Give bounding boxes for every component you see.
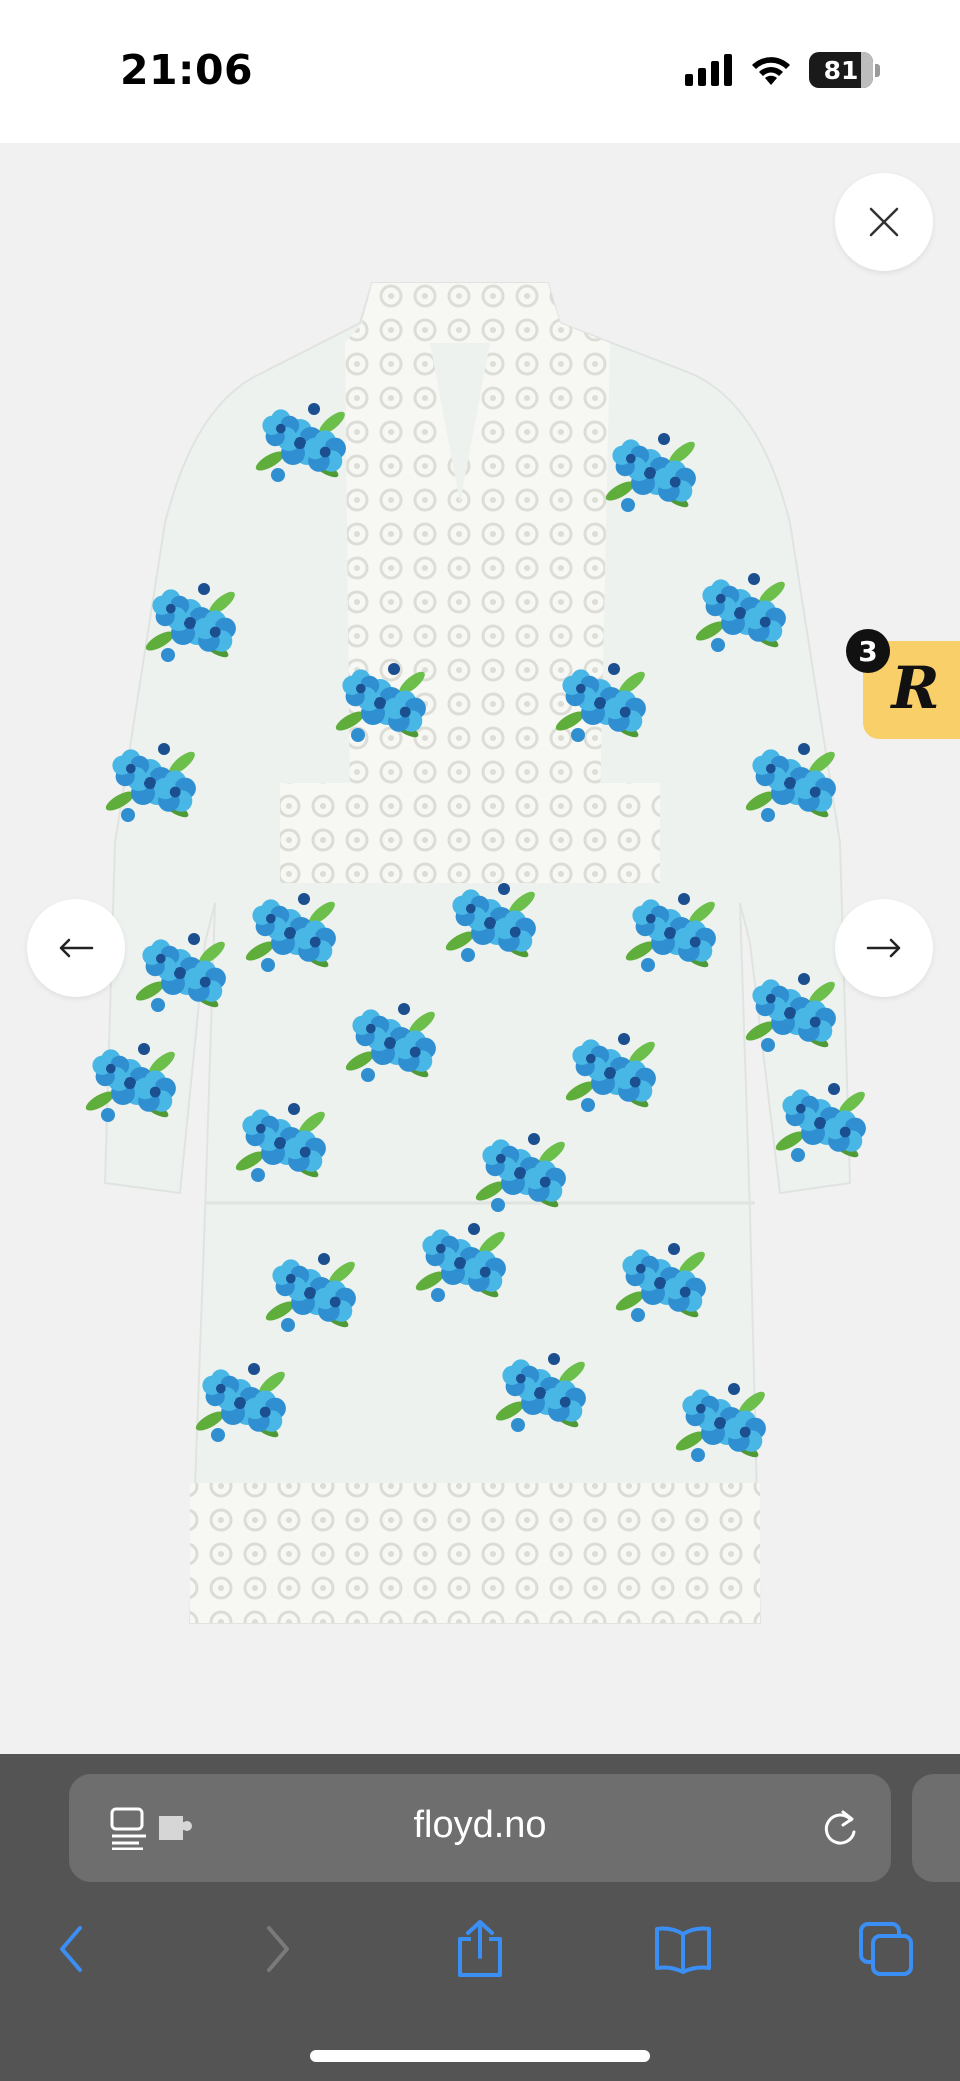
forward-button[interactable] — [243, 1914, 313, 1984]
tabs-icon — [859, 1922, 913, 1976]
reviews-count-badge: 3 — [846, 629, 890, 673]
status-icons: 81 — [685, 50, 880, 90]
forward-icon — [267, 1926, 289, 1972]
reviews-logo: R — [891, 654, 940, 722]
back-button[interactable] — [36, 1914, 106, 1984]
product-image-gallery[interactable]: R 3 — [0, 143, 960, 1754]
previous-image-button[interactable] — [27, 899, 125, 997]
back-icon — [60, 1926, 82, 1972]
url-text: floyd.no — [413, 1804, 547, 1846]
battery-empty-segment — [861, 52, 873, 88]
close-icon — [869, 207, 899, 237]
wifi-icon — [752, 57, 790, 85]
bookmarks-icon — [655, 1926, 711, 1974]
address-bar[interactable]: floyd.no — [69, 1774, 891, 1882]
share-button[interactable] — [445, 1914, 515, 1984]
share-icon — [458, 1920, 502, 1977]
reload-icon[interactable] — [821, 1806, 861, 1850]
browser-toolbar: floyd.no — [0, 1754, 960, 2081]
arrow-left-icon — [59, 938, 94, 958]
floral-dress-image — [0, 282, 960, 1624]
home-indicator — [310, 2050, 650, 2062]
arrow-right-icon — [866, 938, 901, 958]
bookmarks-button[interactable] — [648, 1914, 718, 1984]
next-image-button[interactable] — [835, 899, 933, 997]
next-tab-address-preview[interactable] — [912, 1774, 960, 1882]
close-button[interactable] — [835, 173, 933, 271]
battery-level: 81 — [823, 55, 859, 85]
tabs-button[interactable] — [851, 1914, 921, 1984]
signal-icon — [685, 54, 732, 86]
battery-indicator: 81 — [809, 52, 873, 88]
status-bar: 21:06 81 — [0, 0, 960, 143]
battery-tip — [875, 63, 880, 77]
page: 21:06 81 R 3 floyd.no — [0, 0, 960, 2081]
status-time: 21:06 — [120, 46, 254, 94]
